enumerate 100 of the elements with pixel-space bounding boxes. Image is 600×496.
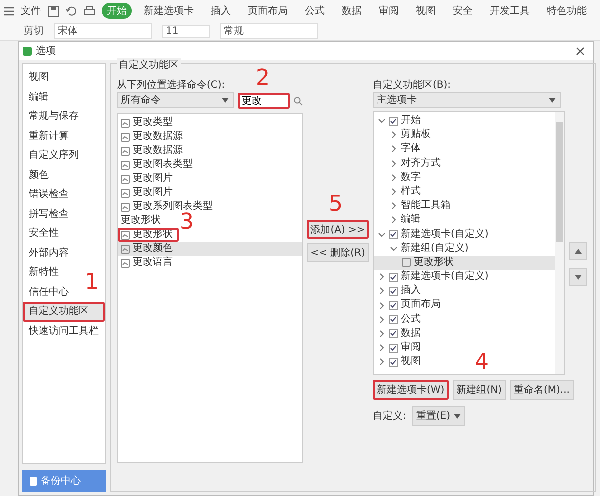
ribbon-tab[interactable]: 插入 [206, 3, 236, 19]
tree-item[interactable]: 页面布局 [374, 298, 447, 313]
file-menu[interactable]: 文件 [21, 4, 41, 18]
ribbon-tab[interactable]: 特色功能 [542, 3, 592, 19]
tree-item[interactable]: 插入 [374, 284, 427, 298]
command-item[interactable]: 更改类型 [118, 116, 179, 130]
ribbon-tab[interactable]: 安全 [448, 3, 478, 19]
tree-item[interactable]: 智能工具箱 [374, 199, 457, 214]
ribbon-action-button[interactable]: 新建选项卡(W) [373, 380, 449, 400]
save-icon[interactable] [48, 6, 59, 16]
command-item[interactable]: 更改图表类型 [118, 158, 199, 172]
chevron-down-icon[interactable] [378, 117, 386, 126]
command-item[interactable]: 更改图片 [118, 172, 179, 186]
tree-item[interactable]: 新建组(自定义) [374, 242, 475, 256]
checkbox[interactable] [389, 230, 398, 240]
search-field[interactable]: 更改 [238, 93, 290, 109]
chevron-right-icon[interactable] [390, 216, 398, 224]
command-item[interactable]: 更改系列图表类型 [118, 200, 219, 214]
chevron-right-icon[interactable] [390, 145, 398, 154]
tree-item[interactable]: 开始 [374, 114, 427, 128]
reset-button[interactable]: 重置(E) [412, 406, 464, 426]
tree-item[interactable]: 视图 [374, 355, 427, 370]
command-item[interactable]: 更改语言 [118, 256, 179, 270]
checkbox[interactable] [389, 358, 398, 367]
checkbox[interactable] [389, 116, 398, 126]
cut-button[interactable]: 剪切 [24, 24, 44, 38]
chevron-right-icon[interactable] [378, 273, 386, 282]
command-item[interactable]: 更改颜色 [118, 242, 302, 256]
command-item[interactable]: 更改形状 [118, 214, 167, 228]
ribbon-action-button[interactable]: 重命名(M)... [510, 380, 574, 400]
tree-item[interactable]: 对齐方式 [374, 156, 447, 171]
search-icon[interactable] [294, 96, 303, 106]
print-icon[interactable] [84, 6, 95, 16]
move-up-button[interactable] [569, 242, 587, 260]
ribbon-tab[interactable]: 视图 [411, 3, 441, 19]
chevron-right-icon[interactable] [390, 188, 398, 196]
scrollbar[interactable] [555, 112, 564, 374]
ribbon-tab[interactable]: 开发工具 [485, 3, 535, 19]
menu-icon[interactable] [4, 6, 14, 16]
command-item[interactable]: 更改图片 [118, 186, 179, 200]
tree-item[interactable]: 公式 [374, 312, 427, 327]
tree-item[interactable]: 数字 [374, 170, 427, 185]
move-down-button[interactable] [569, 268, 587, 286]
sidebar-item[interactable]: 重新计算 [23, 126, 75, 146]
remove-button[interactable]: << 删除(R) [307, 243, 369, 262]
number-format-select[interactable]: 常规 [220, 23, 318, 39]
chevron-right-icon[interactable] [378, 344, 386, 352]
font-size-select[interactable]: 11 [162, 24, 210, 38]
ribbon-tab[interactable]: 公式 [300, 3, 330, 19]
chevron-down-icon[interactable] [390, 244, 398, 253]
font-select[interactable]: 宋体 [54, 23, 152, 39]
sidebar-item[interactable]: 快速访问工具栏 [23, 322, 105, 341]
chevron-right-icon[interactable] [390, 131, 398, 140]
tree-item[interactable]: 样式 [374, 184, 427, 200]
close-icon[interactable] [576, 46, 585, 56]
sidebar-item[interactable]: 错误检查 [23, 185, 75, 204]
chevron-right-icon[interactable] [378, 316, 386, 324]
ribbon-tab[interactable]: 审阅 [374, 3, 404, 19]
tree-item[interactable]: 编辑 [374, 213, 427, 228]
chevron-right-icon[interactable] [378, 287, 386, 296]
caret-icon[interactable] [549, 98, 556, 103]
checkbox[interactable] [389, 286, 398, 296]
sidebar-item[interactable]: 安全性 [23, 224, 65, 244]
checkbox[interactable] [389, 315, 398, 324]
ribbon-tab[interactable]: 数据 [337, 3, 367, 19]
sidebar-item[interactable]: 拼写检查 [23, 204, 75, 224]
checkbox[interactable] [389, 301, 398, 310]
caret-icon[interactable] [454, 414, 460, 418]
tree-item[interactable]: 新建选项卡(自定义) [374, 228, 495, 242]
sidebar-item[interactable]: 常规与保存 [23, 107, 85, 126]
sidebar-item[interactable]: 新特性 [23, 263, 65, 282]
caret-icon[interactable] [222, 98, 229, 103]
ribbon-tab[interactable]: 新建选项卡 [139, 3, 199, 19]
chevron-down-icon[interactable] [378, 230, 386, 239]
checkbox[interactable] [389, 344, 398, 353]
chevron-right-icon[interactable] [390, 174, 398, 182]
sidebar-item[interactable]: 编辑 [23, 88, 55, 107]
sidebar-item[interactable]: 自定义功能区 [23, 302, 105, 322]
checkbox[interactable] [389, 272, 398, 282]
chevron-right-icon[interactable] [378, 302, 386, 310]
tabs-dropdown[interactable]: 主选项卡 [373, 92, 561, 108]
source-dropdown[interactable]: 所有命令 [117, 92, 234, 108]
sidebar-item[interactable]: 信任中心 [23, 282, 75, 302]
tree-item[interactable]: 新建选项卡(自定义) [374, 270, 495, 284]
chevron-right-icon[interactable] [378, 330, 386, 338]
sidebar-item[interactable]: 自定义序列 [23, 146, 85, 166]
ribbon-tab[interactable]: 页面布局 [243, 3, 293, 19]
chevron-right-icon[interactable] [390, 202, 398, 210]
sidebar-item[interactable]: 颜色 [23, 166, 55, 185]
tree-item[interactable]: 更改形状 [374, 256, 555, 270]
add-button[interactable]: 添加(A) >> [307, 220, 369, 239]
tree-item[interactable]: 审阅 [374, 341, 427, 356]
ribbon-action-button[interactable]: 新建组(N) [452, 380, 506, 400]
tree-item[interactable]: 剪贴板 [374, 128, 437, 142]
sidebar-item[interactable]: 外部内容 [23, 244, 75, 263]
tree-item[interactable]: 数据 [374, 326, 427, 341]
command-item[interactable]: 更改数据源 [118, 130, 189, 144]
sidebar-item[interactable]: 视图 [23, 68, 55, 88]
chevron-right-icon[interactable] [390, 160, 398, 168]
undo-icon[interactable] [66, 6, 77, 16]
